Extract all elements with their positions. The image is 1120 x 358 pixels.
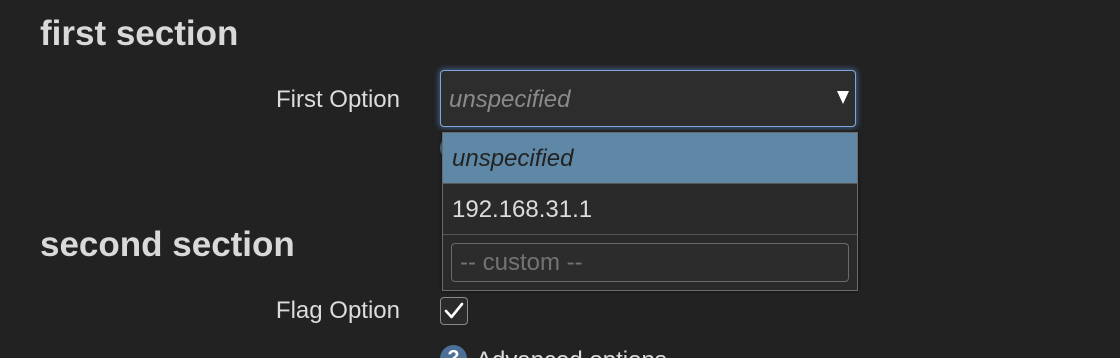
chevron-down-icon bbox=[837, 91, 849, 104]
section-title-second: second section bbox=[40, 225, 295, 264]
first-option-label: First Option bbox=[275, 86, 400, 113]
first-option-select[interactable]: unspecified bbox=[440, 70, 856, 127]
custom-value-input[interactable] bbox=[451, 243, 849, 282]
dropdown-option-ip[interactable]: 192.168.31.1 bbox=[443, 184, 857, 235]
dropdown-custom-row bbox=[443, 235, 857, 290]
help-icon: ? bbox=[440, 345, 467, 358]
flag-option-label: Flag Option bbox=[275, 297, 400, 324]
settings-page: first section First Option unspecified u… bbox=[0, 0, 1120, 358]
flag-option-checkbox[interactable] bbox=[440, 297, 468, 325]
dropdown-option-unspecified[interactable]: unspecified bbox=[443, 133, 857, 184]
section-title-first: first section bbox=[40, 14, 239, 53]
check-icon bbox=[444, 302, 464, 319]
advanced-options-label: Advanced options bbox=[476, 347, 667, 358]
select-current-value: unspecified bbox=[449, 86, 571, 113]
select-dropdown-list: unspecified 192.168.31.1 bbox=[442, 132, 858, 291]
